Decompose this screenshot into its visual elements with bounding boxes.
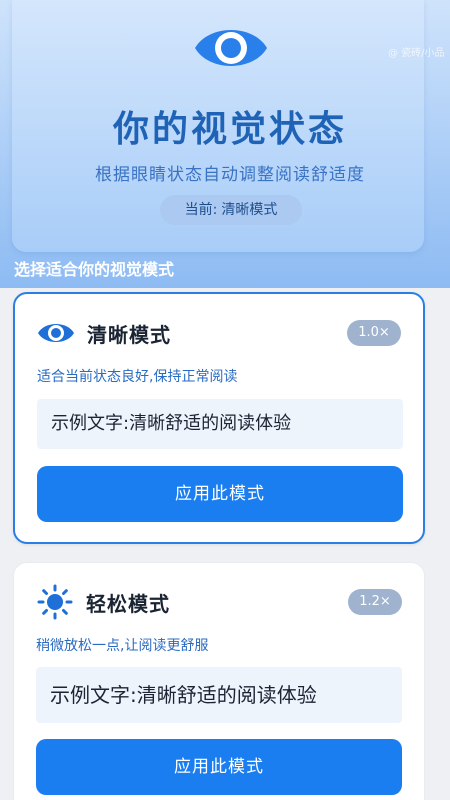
mode-description: 适合当前状态良好,保持正常阅读 [37,369,238,385]
sample-text: 示例文字:清晰舒适的阅读体验 [37,399,403,449]
current-mode-label: 当前: [184,202,218,218]
vision-status-card: 你的视觉状态 根据眼睛状态自动调整阅读舒适度 当前: 清晰模式 [12,0,424,252]
current-mode-value: 清晰模式 [221,202,278,218]
watermark: @ 瓷砖/小品 [388,48,445,59]
mode-name: 清晰模式 [87,322,171,347]
page-subtitle: 根据眼睛状态自动调整阅读舒适度 [95,165,365,185]
header-banner: 你的视觉状态 根据眼睛状态自动调整阅读舒适度 当前: 清晰模式 @ 瓷砖/小品 选… [0,0,450,288]
scale-badge: 1.0× [347,320,401,346]
mode-card-relaxed[interactable]: 轻松模式 1.2× 稍微放松一点,让阅读更舒服 示例文字:清晰舒适的阅读体验 应… [13,562,425,800]
current-mode-badge: 当前: 清晰模式 [160,195,302,225]
eye-icon [37,318,75,348]
section-title: 选择适合你的视觉模式 [14,260,175,279]
apply-mode-button[interactable]: 应用此模式 [37,466,403,522]
eye-icon [195,30,267,66]
scale-badge: 1.2× [348,589,402,615]
mode-header: 轻松模式 [36,584,170,620]
mode-card-clear[interactable]: 清晰模式 1.0× 适合当前状态良好,保持正常阅读 示例文字:清晰舒适的阅读体验… [13,292,425,544]
page-title: 你的视觉状态 [112,109,347,150]
sample-text: 示例文字:清晰舒适的阅读体验 [36,667,402,723]
mode-name: 轻松模式 [86,591,170,616]
mode-description: 稍微放松一点,让阅读更舒服 [36,638,209,654]
apply-mode-button[interactable]: 应用此模式 [36,739,402,795]
vision-mode-page: 你的视觉状态 根据眼睛状态自动调整阅读舒适度 当前: 清晰模式 @ 瓷砖/小品 选… [0,0,450,800]
sun-icon [36,584,74,620]
mode-header: 清晰模式 [37,318,171,348]
